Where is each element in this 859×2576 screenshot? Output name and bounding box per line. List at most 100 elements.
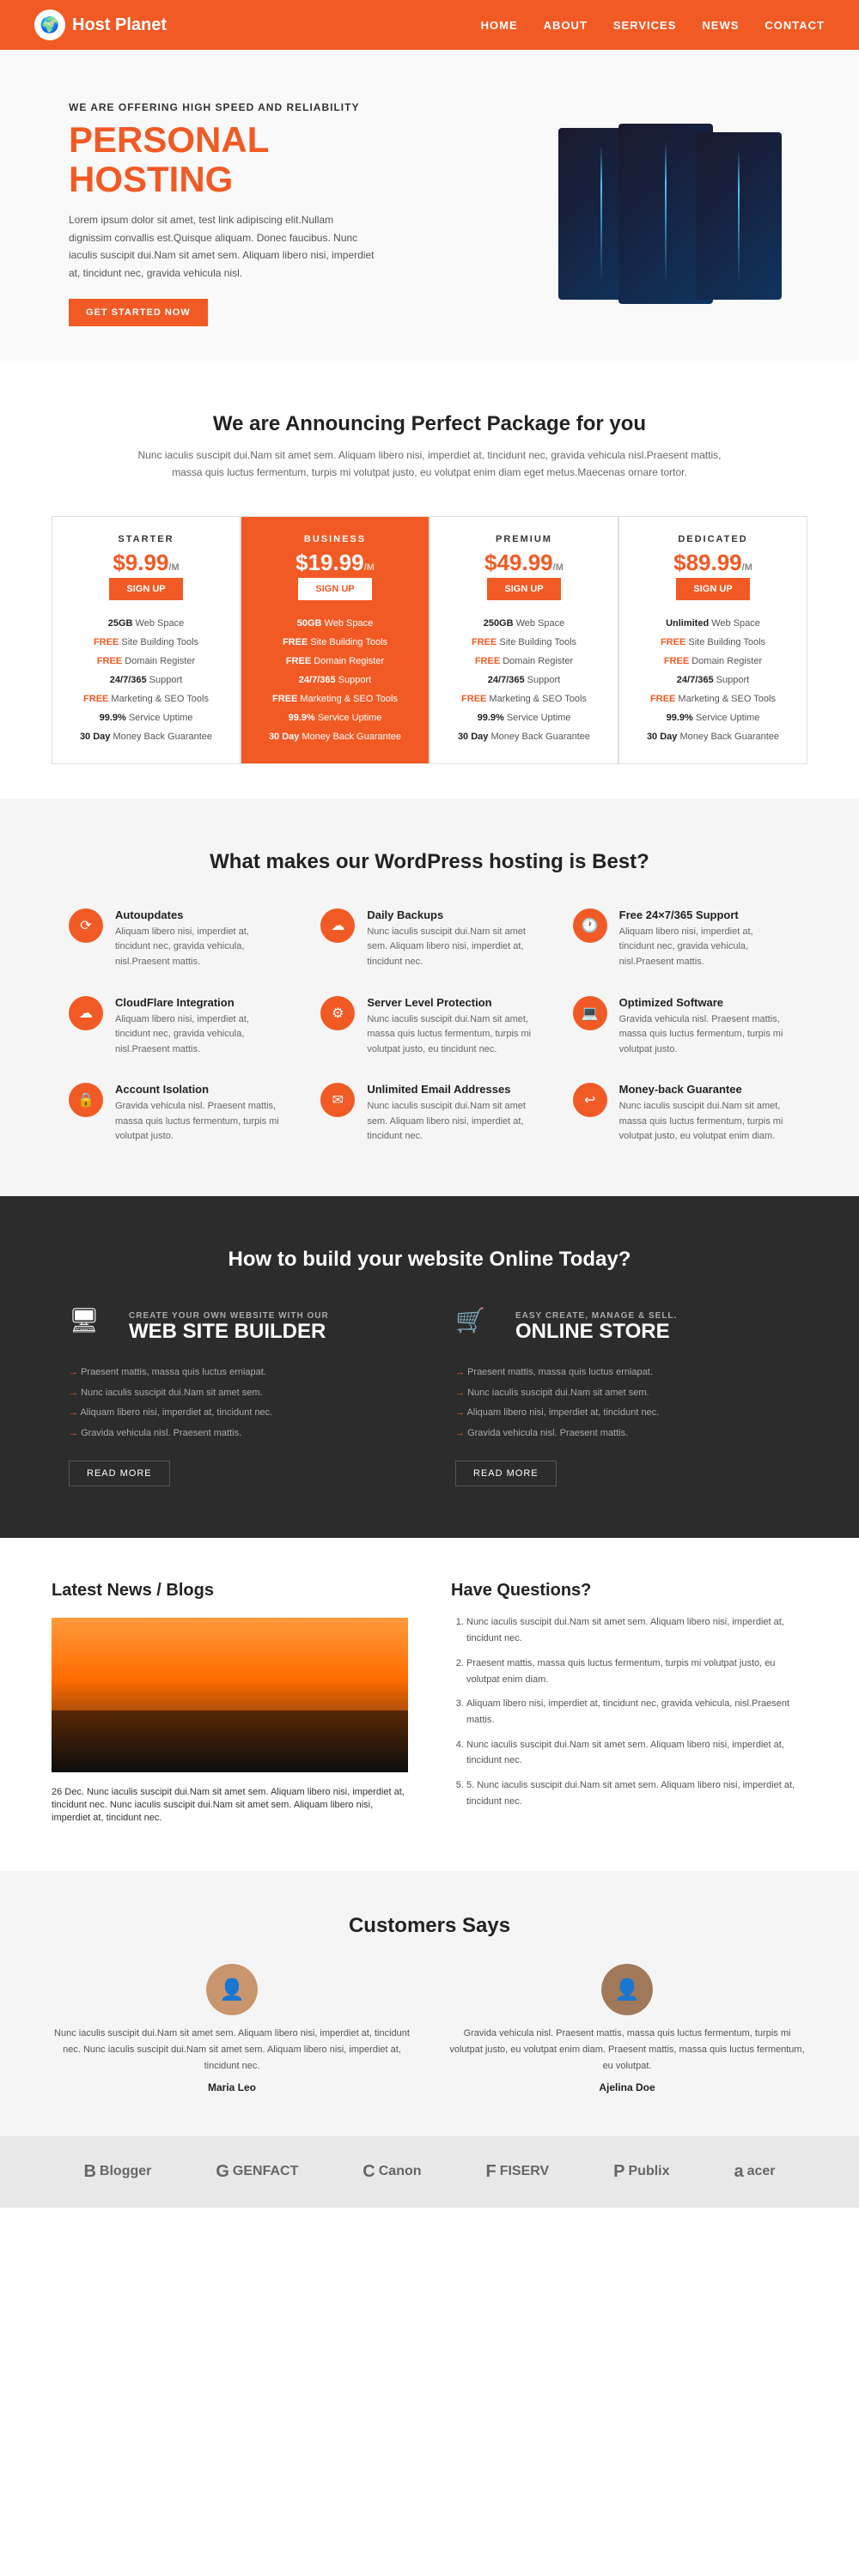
build-list: Praesent mattis, massa quis luctus ernia… (69, 1363, 404, 1443)
nav-item-about[interactable]: ABOUT (544, 19, 588, 32)
packages-section: We are Announcing Perfect Package for yo… (0, 361, 859, 799)
nav-item-news[interactable]: NEWS (702, 19, 739, 32)
build-item: 🖥 Create your own website with our WEB S… (69, 1306, 404, 1486)
feature-item: 30 Day Money Back Guarantee (444, 727, 604, 746)
feature-item: ⟳ Autoupdates Aliquam libero nisi, imper… (69, 908, 286, 970)
package-features: 25GB Web SpaceFREE Site Building ToolsFR… (66, 614, 226, 746)
feature-icon: ⟳ (69, 908, 103, 943)
faq-item: Aliquam libero nisi, imperdiet at, tinci… (466, 1696, 807, 1728)
faq-list: Nunc iaculis suscipit dui.Nam sit amet s… (451, 1614, 807, 1809)
build-section: How to build your website Online Today? … (0, 1196, 859, 1538)
wordpress-section: What makes our WordPress hosting is Best… (0, 799, 859, 1196)
nav-item-home[interactable]: HOME (481, 19, 518, 32)
feature-item: 24/7/365 Support (66, 671, 226, 690)
feature-item: 30 Day Money Back Guarantee (66, 727, 226, 746)
brands-section: BBloggerGGENFACTCCanonFFISERVPPublixaace… (0, 2136, 859, 2208)
feature-title: Unlimited Email Addresses (367, 1083, 538, 1096)
build-feature: Aliquam libero nisi, imperdiet at, tinci… (455, 1403, 790, 1424)
package-name: PREMIUM (444, 534, 604, 544)
hero-text: WE ARE OFFERING HIGH SPEED AND RELIABILI… (69, 101, 430, 326)
package-card-premium: PREMIUM $49.99/M SIGN UP 250GB Web Space… (430, 516, 618, 764)
nav-item-services[interactable]: SERVICES (613, 19, 677, 32)
testimonials-title: Customers Says (52, 1914, 807, 1938)
testimonial-text: Nunc iaculis suscipit dui.Nam sit amet s… (52, 2026, 412, 2074)
feature-item: FREE Site Building Tools (66, 633, 226, 652)
build-feature: Praesent mattis, massa quis luctus ernia… (455, 1363, 790, 1383)
feature-title: Daily Backups (367, 908, 538, 921)
feature-desc: Nunc iaculis suscipit dui.Nam sit amet s… (367, 1099, 538, 1145)
build-item-heading: ONLINE STORE (515, 1321, 677, 1343)
brand-icon: C (362, 2162, 375, 2182)
avatar-image: 👤 (601, 1964, 653, 2015)
faq-item: Praesent mattis, massa quis luctus ferme… (466, 1656, 807, 1687)
brand-icon: F (485, 2162, 496, 2182)
feature-item: 30 Day Money Back Guarantee (255, 727, 415, 746)
signup-button[interactable]: SIGN UP (109, 578, 182, 600)
packages-grid: STARTER $9.99/M SIGN UP 25GB Web SpaceFR… (52, 516, 807, 764)
server-box-3 (696, 132, 782, 300)
feature-icon: 🕐 (573, 908, 607, 943)
brand-name: acer (747, 2164, 776, 2179)
feature-item: FREE Marketing & SEO Tools (633, 690, 793, 708)
feature-item: FREE Domain Register (444, 652, 604, 671)
feature-title: Money-back Guarantee (619, 1083, 790, 1096)
brand-name: Blogger (100, 2164, 151, 2179)
build-grid: 🖥 Create your own website with our WEB S… (69, 1306, 790, 1486)
package-price: $19.99/M (255, 550, 415, 576)
package-features: Unlimited Web SpaceFREE Site Building To… (633, 614, 793, 746)
brand-name: Publix (629, 2164, 670, 2179)
brand-logo-canon: CCanon (362, 2162, 421, 2182)
feature-content: Daily Backups Nunc iaculis suscipit dui.… (367, 908, 538, 970)
build-feature: Praesent mattis, massa quis luctus ernia… (69, 1363, 404, 1383)
feature-title: Server Level Protection (367, 996, 538, 1009)
feature-icon: 💻 (573, 996, 607, 1030)
read-more-button[interactable]: READ MORE (69, 1461, 170, 1486)
feature-desc: Nunc iaculis suscipit dui.Nam sit amet, … (367, 1012, 538, 1058)
build-item-titles: Create your own website with our WEB SIT… (129, 1311, 329, 1343)
feature-item: FREE Domain Register (255, 652, 415, 671)
feature-desc: Nunc iaculis suscipit dui.Nam sit amet, … (619, 1099, 790, 1145)
feature-item: 24/7/365 Support (255, 671, 415, 690)
feature-item: ☁ Daily Backups Nunc iaculis suscipit du… (320, 908, 538, 970)
signup-button[interactable]: SIGN UP (298, 578, 371, 600)
main-nav: HOME ABOUT SERVICES NEWS CONTACT (481, 19, 825, 32)
news-image-overlay (52, 1710, 408, 1772)
feature-item: 🔒 Account Isolation Gravida vehicula nis… (69, 1083, 286, 1145)
brand-icon: a (734, 2162, 743, 2182)
feature-desc: Gravida vehicula nisl. Praesent mattis, … (115, 1099, 286, 1145)
package-features: 50GB Web SpaceFREE Site Building ToolsFR… (255, 614, 415, 746)
faq-title: Have Questions? (451, 1581, 807, 1601)
build-icon: 🛒 (455, 1306, 498, 1349)
feature-item: FREE Marketing & SEO Tools (66, 690, 226, 708)
testimonial-text: Gravida vehicula nisl. Praesent mattis, … (447, 2026, 807, 2074)
signup-button[interactable]: SIGN UP (676, 578, 749, 600)
logo[interactable]: 🌍 Host Planet (34, 9, 167, 40)
packages-title: We are Announcing Perfect Package for yo… (52, 412, 807, 436)
feature-item: 🕐 Free 24×7/365 Support Aliquam libero n… (573, 908, 790, 970)
feature-title: Autoupdates (115, 908, 286, 921)
server-image (533, 119, 790, 308)
feature-item: 99.9% Service Uptime (66, 708, 226, 727)
hero-subtitle: WE ARE OFFERING HIGH SPEED AND RELIABILI… (69, 101, 430, 113)
feature-item: 24/7/365 Support (444, 671, 604, 690)
feature-content: Free 24×7/365 Support Aliquam libero nis… (619, 908, 790, 970)
hero-cta-button[interactable]: GET STARTED NOW (69, 299, 208, 326)
brand-logo-blogger: BBlogger (83, 2162, 151, 2182)
feature-item: 💻 Optimized Software Gravida vehicula ni… (573, 996, 790, 1058)
feature-icon: ☁ (320, 908, 355, 943)
testimonial-item: 👤 Gravida vehicula nisl. Praesent mattis… (447, 1964, 807, 2093)
header: 🌍 Host Planet HOME ABOUT SERVICES NEWS CONTA… (0, 0, 859, 50)
feature-title: CloudFlare Integration (115, 996, 286, 1009)
read-more-button[interactable]: READ MORE (455, 1461, 557, 1486)
signup-button[interactable]: SIGN UP (487, 578, 560, 600)
logo-icon: 🌍 (34, 9, 65, 40)
brand-name: FISERV (500, 2164, 550, 2179)
nav-item-contact[interactable]: CONTACT (765, 19, 825, 32)
feature-content: Account Isolation Gravida vehicula nisl.… (115, 1083, 286, 1145)
package-features: 250GB Web SpaceFREE Site Building ToolsF… (444, 614, 604, 746)
feature-item: 30 Day Money Back Guarantee (633, 727, 793, 746)
package-price: $49.99/M (444, 550, 604, 576)
news-right: Have Questions? Nunc iaculis suscipit du… (451, 1581, 807, 1828)
feature-content: CloudFlare Integration Aliquam libero ni… (115, 996, 286, 1058)
feature-item: 99.9% Service Uptime (444, 708, 604, 727)
